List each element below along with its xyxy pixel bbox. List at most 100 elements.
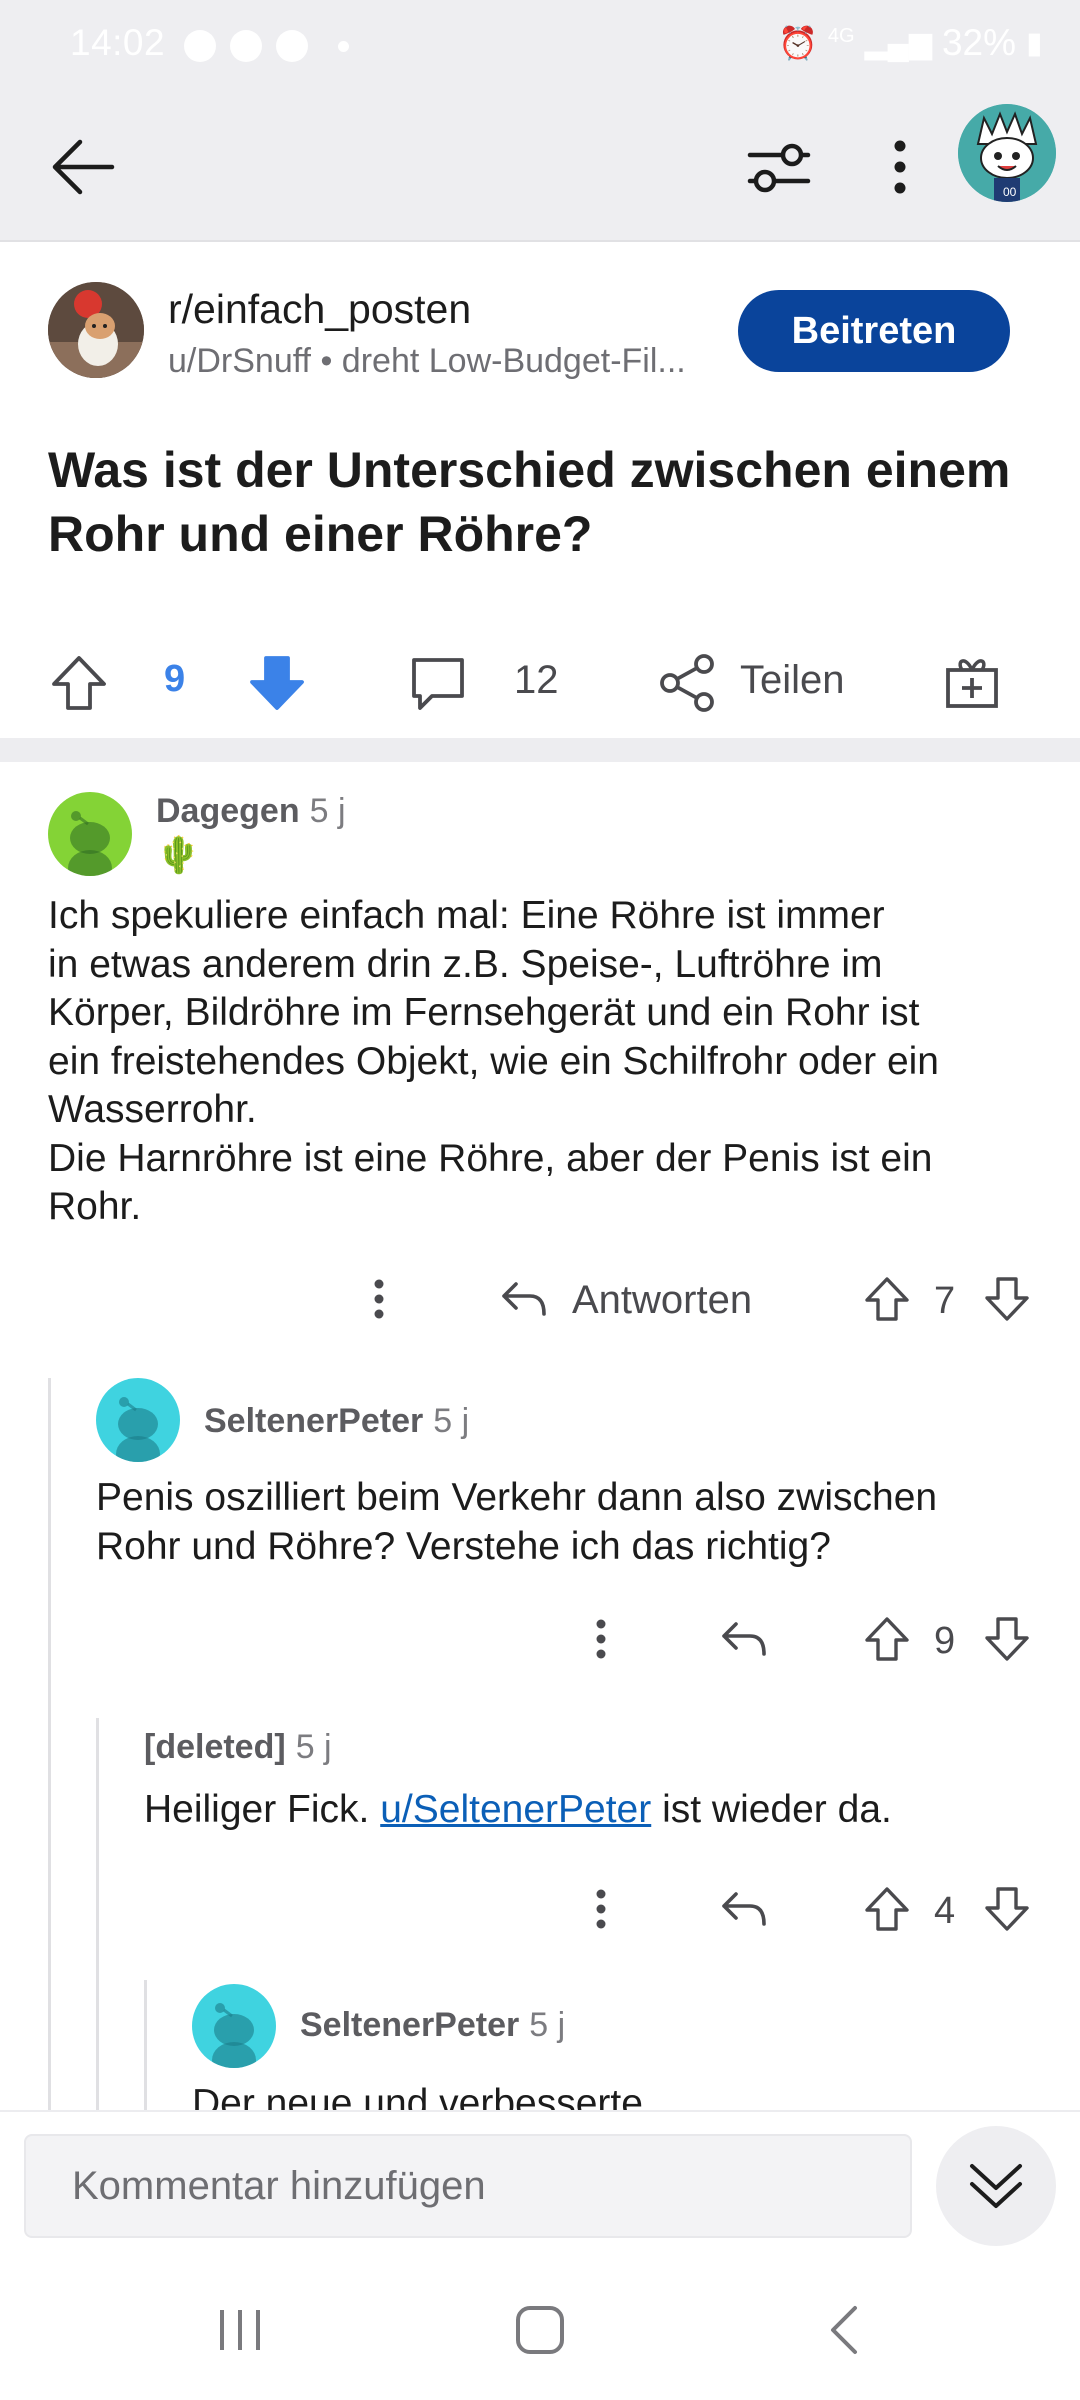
comment-4: SeltenerPeter 5 j Der neue und verbessert… (0, 1980, 1080, 2110)
body-line: Rohr. (48, 1185, 142, 1228)
user-mention-link[interactable]: u/SeltenerPeter (380, 1788, 651, 1831)
comment-input[interactable]: Kommentar hinzufügen (24, 2134, 912, 2238)
downvote-icon[interactable] (982, 1274, 1032, 1324)
reply-arrow-icon[interactable] (718, 1616, 770, 1662)
reply-button[interactable]: Antworten (572, 1278, 752, 1323)
commenter-avatar[interactable] (48, 792, 132, 876)
upvote-icon[interactable] (862, 1614, 912, 1664)
chrome-notification-icon (230, 30, 262, 62)
join-button[interactable]: Beitreten (738, 290, 1010, 372)
comment-2: SeltenerPeter 5 j Penis oszilliert beim V… (0, 1378, 1080, 1688)
status-time: 14:02 (70, 22, 166, 63)
reply-arrow-icon[interactable] (718, 1886, 770, 1932)
comment-composer-bar: Kommentar hinzufügen (0, 2110, 1080, 2260)
comment-age: 5 j (295, 1728, 332, 1766)
share-label[interactable]: Teilen (740, 658, 845, 703)
comment-body: Penis oszilliert beim Verkehr dann also … (96, 1474, 1056, 1571)
upvote-icon[interactable] (862, 1884, 912, 1934)
comment-body: Heiliger Fick. u/SeltenerPeter ist wiede… (144, 1786, 1064, 1835)
subreddit-avatar[interactable] (48, 282, 144, 378)
back-arrow-icon[interactable] (42, 126, 124, 208)
svg-text:00: 00 (1003, 185, 1017, 199)
cat-photo-icon (48, 282, 144, 378)
post-score: 9 (164, 658, 186, 700)
system-back-icon[interactable] (815, 2302, 875, 2358)
signal-icon: ▂▄▆ (864, 26, 932, 60)
comment-body: Ich spekuliere einfach mal: Eine Röhre i… (48, 892, 1048, 1232)
more-options-icon[interactable] (578, 1614, 624, 1664)
chrome-notification-icon (184, 30, 216, 62)
body-line: Penis oszilliert beim Verkehr dann also … (96, 1476, 938, 1519)
comment-actions: 4 (0, 1874, 1080, 1944)
author-name: SeltenerPeter (300, 2006, 520, 2044)
collapse-comments-button[interactable] (936, 2126, 1056, 2246)
post-author-meta[interactable]: u/DrSnuff • dreht Low-Budget-Fil... (168, 342, 728, 381)
body-line: Wasserrohr. (48, 1088, 257, 1131)
user-avatar[interactable]: 00 (958, 104, 1056, 202)
comment-1: Dagegen 5 j 🌵 Ich spekuliere einfach mal:… (0, 762, 1080, 1322)
award-gift-icon[interactable] (940, 650, 1004, 714)
body-line: ein freistehendes Objekt, wie ein Schilf… (48, 1039, 939, 1083)
comment-age: 5 j (529, 2006, 566, 2044)
author-name: [deleted] (144, 1728, 286, 1766)
comment-author[interactable]: SeltenerPeter 5 j (204, 1402, 469, 1441)
comment-score: 7 (934, 1280, 956, 1322)
snoo-icon (212, 2003, 256, 2068)
section-divider (0, 738, 1080, 762)
comment-author[interactable]: SeltenerPeter 5 j (300, 2006, 565, 2045)
comment-bubble-icon[interactable] (406, 652, 470, 716)
downvote-icon[interactable] (982, 1884, 1032, 1934)
double-chevron-down-icon (970, 2164, 1022, 2208)
status-icons: ⏰ 4G ▂▄▆ 32% ▮ (778, 22, 1043, 64)
recent-apps-icon[interactable] (210, 2302, 270, 2358)
user-flair: 🌵 (156, 834, 201, 875)
more-notifications-icon (338, 41, 349, 52)
commenter-avatar[interactable] (192, 1984, 276, 2068)
upvote-icon[interactable] (862, 1274, 912, 1324)
home-icon[interactable] (510, 2302, 570, 2358)
comment-score: 4 (934, 1890, 956, 1932)
body-text: Heiliger Fick. (144, 1788, 381, 1831)
comment-actions: Antworten 7 (0, 1264, 1080, 1334)
author-name: Dagegen (156, 792, 300, 830)
top-app-bar: 00 (0, 90, 1080, 242)
author-name: SeltenerPeter (204, 1402, 424, 1440)
downvote-icon[interactable] (244, 650, 310, 716)
comment-author[interactable]: Dagegen 5 j (156, 792, 346, 831)
reply-arrow-icon[interactable] (498, 1276, 550, 1322)
body-text: ist wieder da. (651, 1788, 892, 1831)
body-line: Rohr und Röhre? Verstehe ich das richtig… (96, 1524, 831, 1568)
system-navigation-bar (0, 2260, 1080, 2400)
subreddit-name[interactable]: r/einfach_posten (168, 286, 471, 333)
more-options-icon[interactable] (870, 128, 930, 206)
body-line: Ich spekuliere einfach mal: Eine Röhre i… (48, 894, 885, 937)
comment-body: Der neue und verbesserte (192, 2080, 1052, 2110)
comment-actions: 9 (0, 1604, 1080, 1674)
body-line: Körper, Bildröhre im Fernsehgerät und ei… (48, 991, 920, 1034)
body-line: Die Harnröhre ist eine Röhre, aber der P… (48, 1136, 933, 1180)
network-type: 4G (827, 24, 855, 47)
battery-level: 32% (941, 22, 1016, 63)
body-line: in etwas anderem drin z.B. Speise-, Luft… (48, 942, 883, 986)
snoo-icon (68, 811, 112, 876)
downvote-icon[interactable] (982, 1614, 1032, 1664)
chrome-notification-icon (276, 30, 308, 62)
status-bar: 14:02 ⏰ 4G ▂▄▆ 32% ▮ (0, 0, 1080, 90)
comment-count[interactable]: 12 (514, 658, 559, 703)
commenter-avatar[interactable] (96, 1378, 180, 1462)
share-icon[interactable] (656, 652, 718, 714)
upvote-icon[interactable] (46, 650, 112, 716)
alarm-icon: ⏰ (778, 25, 818, 61)
snoo-avatar-icon: 00 (958, 104, 1056, 202)
battery-icon: ▮ (1026, 26, 1043, 60)
more-options-icon[interactable] (578, 1884, 624, 1934)
comment-3: [deleted] 5 j Heiliger Fick. u/SeltenerPe… (0, 1718, 1080, 1968)
comment-age: 5 j (309, 792, 346, 830)
body-line: Der neue und verbesserte (192, 2082, 643, 2110)
more-options-icon[interactable] (356, 1274, 402, 1324)
sort-filter-icon[interactable] (740, 128, 818, 206)
comment-age: 5 j (433, 1402, 470, 1440)
snoo-icon (116, 1397, 160, 1462)
post-action-bar: 9 12 Teilen (0, 632, 1080, 732)
comment-author: [deleted] 5 j (144, 1728, 332, 1767)
